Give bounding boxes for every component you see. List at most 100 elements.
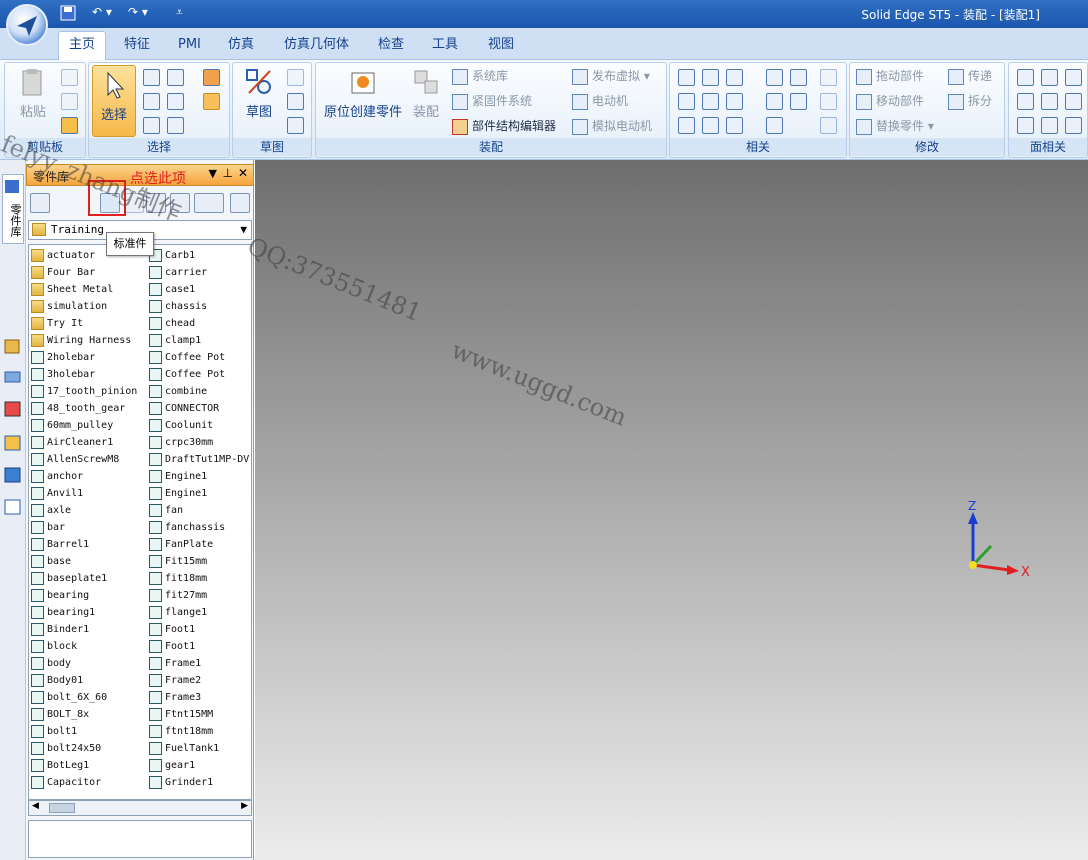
list-item[interactable]: base <box>31 553 137 570</box>
list-item[interactable]: combine <box>149 383 249 400</box>
relate-icon[interactable] <box>790 93 807 110</box>
tab-simulation[interactable]: 仿真 <box>218 34 264 60</box>
list-item[interactable]: Coffee Pot <box>149 349 249 366</box>
list-item[interactable]: Four Bar <box>31 264 137 281</box>
list-item[interactable]: Capacitor <box>31 774 137 791</box>
motor-button[interactable]: 电动机 <box>572 91 628 111</box>
list-item[interactable]: Frame2 <box>149 672 249 689</box>
list-item[interactable]: chead <box>149 315 249 332</box>
list-item[interactable]: fit27mm <box>149 587 249 604</box>
list-item[interactable]: CONNECTOR <box>149 400 249 417</box>
list-item[interactable]: crpc30mm <box>149 434 249 451</box>
select-tool-icon[interactable] <box>203 93 220 110</box>
list-item[interactable]: simulation <box>31 298 137 315</box>
list-item[interactable]: BOLT_8x <box>31 706 137 723</box>
list-item[interactable]: Anvil1 <box>31 485 137 502</box>
pin-icon[interactable]: ⊥ <box>223 166 233 180</box>
list-item[interactable]: case1 <box>149 281 249 298</box>
list-item[interactable]: Grinder1 <box>149 774 249 791</box>
panel-menu-icon[interactable]: ▼ <box>209 167 217 180</box>
list-item[interactable]: carrier <box>149 264 249 281</box>
select-tool-icon[interactable] <box>143 69 160 86</box>
list-item[interactable]: AllenScrewM8 <box>31 451 137 468</box>
list-item[interactable]: Binder1 <box>31 621 137 638</box>
relate-icon[interactable] <box>702 117 719 134</box>
select-button[interactable]: 选择 <box>92 65 136 137</box>
color-manager-icon[interactable] <box>3 466 23 484</box>
select-tool-icon[interactable] <box>167 69 184 86</box>
list-item[interactable]: bolt1 <box>31 723 137 740</box>
create-part-in-place-button[interactable]: 原位创建零件 <box>320 67 406 120</box>
select-tool-icon[interactable] <box>203 69 220 86</box>
list-item[interactable]: Barrel1 <box>31 536 137 553</box>
tab-home[interactable]: 主页 <box>58 31 107 61</box>
list-item[interactable]: 17_tooth_pinion <box>31 383 137 400</box>
relate-icon[interactable] <box>702 93 719 110</box>
sketch-tool-icon[interactable] <box>287 93 304 110</box>
list-item[interactable]: bolt_6X_60 <box>31 689 137 706</box>
save-icon[interactable] <box>60 5 76 23</box>
relate-icon[interactable] <box>726 69 743 86</box>
list-item[interactable]: Frame3 <box>149 689 249 706</box>
tab-pmi[interactable]: PMI <box>168 34 211 60</box>
relate-icon[interactable] <box>702 69 719 86</box>
list-item[interactable]: AirCleaner1 <box>31 434 137 451</box>
list-item[interactable]: fan <box>149 502 249 519</box>
fastener-system-button[interactable]: 紧固件系统 <box>452 91 532 111</box>
list-item[interactable]: Engine1 <box>149 468 249 485</box>
drag-part-button[interactable]: 拖动部件 <box>856 66 924 86</box>
paste-button[interactable]: 粘贴 <box>13 67 53 120</box>
sketch-button[interactable]: 草图 <box>239 67 279 120</box>
tab-sim-geometry[interactable]: 仿真几何体 <box>274 34 359 60</box>
list-item[interactable]: Fit15mm <box>149 553 249 570</box>
list-item[interactable]: baseplate1 <box>31 570 137 587</box>
scroll-thumb[interactable] <box>49 803 75 813</box>
copy-icon[interactable] <box>61 93 78 110</box>
list-item[interactable]: fanchassis <box>149 519 249 536</box>
relate-icon[interactable] <box>678 93 695 110</box>
relate-icon[interactable] <box>820 93 837 110</box>
sketch-tool-icon[interactable] <box>287 69 304 86</box>
relate-icon[interactable] <box>820 69 837 86</box>
list-item[interactable]: clamp1 <box>149 332 249 349</box>
face-relate-icon[interactable] <box>1065 69 1082 86</box>
move-part-button[interactable]: 移动部件 <box>856 91 924 111</box>
list-item[interactable]: Carb1 <box>149 247 249 264</box>
list-item[interactable]: Foot1 <box>149 621 249 638</box>
list-item[interactable]: chassis <box>149 298 249 315</box>
structure-editor-button[interactable]: 部件结构编辑器 <box>452 116 556 136</box>
list-item[interactable]: bar <box>31 519 137 536</box>
system-library-button[interactable]: 系统库 <box>452 66 508 86</box>
up-folder-icon[interactable] <box>30 193 50 213</box>
list-item[interactable]: anchor <box>31 468 137 485</box>
relate-icon[interactable] <box>790 69 807 86</box>
select-tool-icon[interactable] <box>167 117 184 134</box>
disperse-button[interactable]: 拆分 <box>948 91 992 111</box>
publish-virtual-button[interactable]: 发布虚拟 ▾ <box>572 66 650 86</box>
face-relate-icon[interactable] <box>1041 93 1058 110</box>
view-options-icon[interactable] <box>194 193 224 213</box>
face-relate-icon[interactable] <box>1017 69 1034 86</box>
relate-icon[interactable] <box>766 69 783 86</box>
list-item[interactable]: fit18mm <box>149 570 249 587</box>
list-item[interactable]: Coffee Pot <box>149 366 249 383</box>
select-tool-icon[interactable] <box>167 93 184 110</box>
face-relate-icon[interactable] <box>1017 117 1034 134</box>
format-painter-icon[interactable] <box>61 117 78 134</box>
scroll-left-icon[interactable]: ◀ <box>32 801 39 811</box>
list-item[interactable]: bearing1 <box>31 604 137 621</box>
list-item[interactable]: axle <box>31 502 137 519</box>
assemble-button[interactable]: 装配 <box>408 67 444 120</box>
select-tool-icon[interactable] <box>143 117 160 134</box>
tab-inspect[interactable]: 检查 <box>368 34 414 60</box>
tab-tools[interactable]: 工具 <box>422 34 468 60</box>
face-relate-icon[interactable] <box>1041 117 1058 134</box>
relate-icon[interactable] <box>726 93 743 110</box>
layers-icon[interactable] <box>3 368 23 386</box>
list-item[interactable]: bolt24x50 <box>31 740 137 757</box>
face-relate-icon[interactable] <box>1065 93 1082 110</box>
horizontal-scrollbar[interactable]: ◀ ▶ <box>28 800 252 816</box>
graphics-window[interactable]: Z X <box>255 160 1088 860</box>
tab-view[interactable]: 视图 <box>478 34 524 60</box>
list-item[interactable]: Frame1 <box>149 655 249 672</box>
